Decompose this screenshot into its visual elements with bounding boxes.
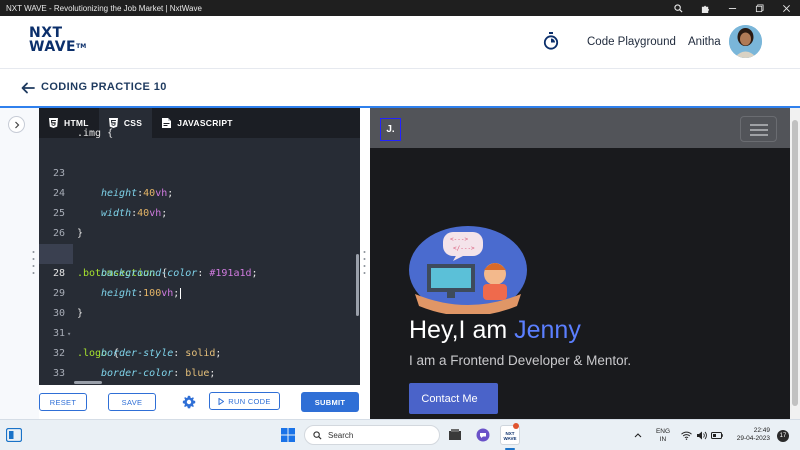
editor-action-bar: RESET SAVE RUN CODE SUBMIT xyxy=(39,385,360,419)
code-line: .img { xyxy=(77,128,114,139)
logo-tm: TM xyxy=(76,43,87,50)
notification-dot-icon xyxy=(513,423,519,429)
user-name: Anitha xyxy=(688,36,721,48)
avatar[interactable] xyxy=(729,25,762,58)
editor-vertical-scrollbar[interactable] xyxy=(356,254,359,316)
output-preview: J. <---> </---> Hey,I am Jenny I am a Fr… xyxy=(370,108,800,419)
nxtwave-logo[interactable]: NXT WAVETM xyxy=(29,26,89,60)
chevron-up-icon[interactable] xyxy=(634,432,642,438)
code-line: 23 height:40vh; xyxy=(39,144,360,199)
clock[interactable]: 22:49 29-04-2023 xyxy=(726,427,770,443)
window-title-bar: NXT WAVE - Revolutionizing the Job Marke… xyxy=(0,0,800,16)
windows-taskbar: Search NXT WAVE ENG IN 22:49 29-04-2023 17 xyxy=(0,419,800,450)
windows-start-icon[interactable] xyxy=(281,428,295,442)
code-line: 24 width:40vh; xyxy=(39,164,360,219)
developer-illustration: <---> </---> xyxy=(409,226,527,314)
minimize-icon[interactable] xyxy=(719,0,746,16)
task-view-icon[interactable] xyxy=(6,428,22,442)
clock-time: 22:49 xyxy=(753,427,770,434)
expand-panel-button[interactable] xyxy=(8,116,25,133)
breadcrumb: CODING PRACTICE 10 xyxy=(0,70,800,106)
run-code-button[interactable]: RUN CODE xyxy=(209,392,280,410)
chevron-right-icon xyxy=(14,121,19,128)
settings-gear-icon[interactable] xyxy=(182,395,196,409)
code-playground-link[interactable]: Code Playground xyxy=(587,36,676,48)
submit-button[interactable]: SUBMIT xyxy=(301,392,359,412)
preview-logo[interactable]: J. xyxy=(380,118,401,141)
resize-handle-left[interactable] xyxy=(32,250,35,276)
logo-line2: WAVE xyxy=(29,39,77,55)
contact-me-button[interactable]: Contact Me xyxy=(409,383,498,414)
resize-handle-split[interactable] xyxy=(363,250,366,276)
hero-subtitle: I am a Frontend Developer & Mentor. xyxy=(409,353,632,368)
notification-badge[interactable]: 17 xyxy=(777,430,789,442)
code-line: 32 border-color: blue; xyxy=(39,324,360,379)
file-explorer-icon[interactable] xyxy=(448,428,462,442)
code-line: 25 } xyxy=(39,184,360,239)
code-line-active: 28 height:100vh; xyxy=(39,244,360,299)
preview-scrollbar[interactable] xyxy=(790,108,800,419)
region-code: IN xyxy=(659,436,667,443)
hero-heading-prefix: Hey,I am xyxy=(409,316,515,344)
battery-icon[interactable] xyxy=(711,432,723,439)
code-line: 33 font-weight: bold; xyxy=(39,344,360,379)
code-line: 30 ▾ .logo { xyxy=(39,284,360,359)
hero-heading: Hey,I am Jenny xyxy=(409,316,581,345)
editor-horizontal-scrollbar[interactable] xyxy=(74,381,102,384)
code-line: 27 background-color: #191a1d; xyxy=(39,224,360,279)
code-line: 31 border-style: solid; xyxy=(39,304,360,359)
search-icon xyxy=(313,430,322,440)
language-code: ENG xyxy=(655,428,671,435)
clock-date: 29-04-2023 xyxy=(736,435,770,442)
code-line: 29 } xyxy=(39,264,360,319)
hero-name: Jenny xyxy=(514,316,581,344)
code-editor: HTML CSS JAVASCRIPT .img { 23 height:40v… xyxy=(39,108,360,385)
wifi-icon[interactable] xyxy=(681,431,692,440)
run-code-label: RUN CODE xyxy=(228,396,271,406)
taskbar-search-input[interactable]: Search xyxy=(304,425,440,445)
preview-navbar: J. xyxy=(370,108,800,148)
search-placeholder: Search xyxy=(328,430,354,440)
play-icon xyxy=(218,397,225,405)
teams-chat-icon[interactable] xyxy=(476,428,490,442)
zoom-icon[interactable] xyxy=(665,0,692,16)
back-arrow-icon[interactable] xyxy=(21,82,35,94)
app-header: NXT WAVETM Code Playground Anitha xyxy=(0,16,800,69)
extensions-icon[interactable] xyxy=(692,0,719,16)
stopwatch-icon[interactable] xyxy=(543,32,559,50)
volume-icon[interactable] xyxy=(696,431,707,440)
navbar-toggler-button[interactable] xyxy=(740,116,777,142)
close-icon[interactable] xyxy=(773,0,800,16)
code-line: 26 ▾ .botomsection { xyxy=(39,204,360,279)
save-button[interactable]: SAVE xyxy=(108,393,156,411)
code-area[interactable]: .img { 23 height:40vh; 24 width:40vh; 25… xyxy=(39,128,360,385)
page-title: CODING PRACTICE 10 xyxy=(41,81,167,93)
restore-icon[interactable] xyxy=(746,0,773,16)
svg-text:<--->: <---> xyxy=(450,236,468,243)
reset-button[interactable]: RESET xyxy=(39,393,87,411)
window-title: NXT WAVE - Revolutionizing the Job Marke… xyxy=(6,3,202,13)
language-indicator[interactable]: ENG IN xyxy=(652,428,674,444)
svg-text:</--->: </---> xyxy=(453,245,475,252)
